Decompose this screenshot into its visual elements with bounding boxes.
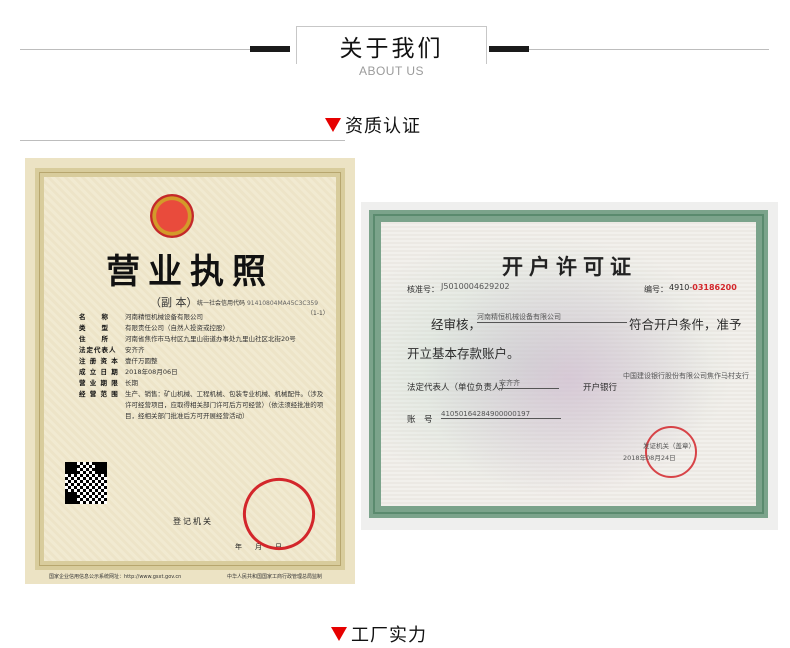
permit-bank-value: 中国建设银行股份有限公司焦作马村支行 xyxy=(623,372,749,380)
header-rule-right-thick xyxy=(489,46,529,52)
license-field: 名 称河南精恒机械设备有限公司 xyxy=(79,313,203,321)
license-field: 类 型有限责任公司（自然人投资或控股） xyxy=(79,324,229,332)
red-triangle-icon xyxy=(331,627,347,641)
license-title: 营业执照 xyxy=(106,252,274,292)
license-footer-left: 国家企业信用信息公示系统网址：http://www.gsxt.gov.cn xyxy=(49,574,182,580)
section-heading-factory: 工厂实力 xyxy=(331,621,427,647)
section-title: 工厂实力 xyxy=(351,625,427,646)
license-field: 法定代表人 安齐齐 xyxy=(79,346,145,354)
license-field: 成 立 日 期 2018年08月06日 xyxy=(79,368,178,376)
license-registrar: 登记机关 xyxy=(173,517,213,526)
permit-rep-value: 安齐齐 xyxy=(499,378,559,389)
license-field: 注 册 资 本壹仟万圆整 xyxy=(79,357,158,365)
permit-issuer: 发证机关（盖章） xyxy=(643,442,695,450)
license-field: 住 所河南省焦作市马村区九里山街道办事处九里山社区北街20号 xyxy=(79,335,296,343)
license-credit-code: 统一社会信用代码 91410804MA45C3C359 xyxy=(197,298,318,307)
account-permit-image: 开户许可证 核准号： J5010004629202 编号： 4910-03186… xyxy=(361,202,778,530)
permit-date: 2018年08月24日 xyxy=(623,454,676,462)
license-footer-right: 中华人民共和国国家工商行政管理总局监制 xyxy=(227,574,323,580)
permit-line1-end: 符合开户条件，准予 xyxy=(629,317,742,332)
credit-code-value: 91410804MA45C3C359 xyxy=(246,300,319,307)
section-heading-qualification: 资质认证 xyxy=(325,112,421,138)
header-rule-left-thick xyxy=(250,46,290,52)
license-field: 经 营 范 围生产、销售：矿山机械、工程机械、包装专业机械、机械配件。（涉及许可… xyxy=(79,390,324,420)
permit-code-label: 编号： xyxy=(644,285,668,294)
permit-number-label: 核准号： xyxy=(407,285,439,294)
permit-line1: 经审核， xyxy=(431,317,482,332)
permit-bank-label: 开户银行 xyxy=(583,383,618,393)
permit-title: 开户许可证 xyxy=(502,255,637,279)
permit-account-label: 账 号 xyxy=(407,415,433,425)
section-rule-left xyxy=(20,140,345,141)
national-emblem-icon xyxy=(150,194,194,238)
page-title: 关于我们 xyxy=(339,36,444,62)
permit-rep-label: 法定代表人（单位负责人） xyxy=(407,383,510,393)
license-copy-label: （副 本） xyxy=(150,296,198,309)
red-triangle-icon xyxy=(325,118,341,132)
permit-number: J5010004629202 xyxy=(441,282,510,291)
page-subtitle: ABOUT US xyxy=(296,64,487,78)
license-fields: 名 称河南精恒机械设备有限公司 类 型有限责任公司（自然人投资或控股） 住 所河… xyxy=(79,312,325,422)
permit-account-value: 41050164284900000197 xyxy=(441,410,561,419)
business-license-image: 营业执照 （副 本） 统一社会信用代码 91410804MA45C3C359 （… xyxy=(25,158,355,584)
section-title: 资质认证 xyxy=(345,116,421,137)
qr-code-icon xyxy=(65,462,107,504)
permit-line2: 开立基本存款账户。 xyxy=(407,346,520,361)
permit-code: 4910-03186200 xyxy=(669,283,737,292)
permit-company: 河南精恒机械设备有限公司 xyxy=(477,312,627,323)
header-rule-right-thin xyxy=(529,49,769,50)
header-rule-left-thin xyxy=(20,49,250,50)
license-field: 营 业 期 限长期 xyxy=(79,379,138,387)
credit-code-label: 统一社会信用代码 xyxy=(197,300,246,307)
